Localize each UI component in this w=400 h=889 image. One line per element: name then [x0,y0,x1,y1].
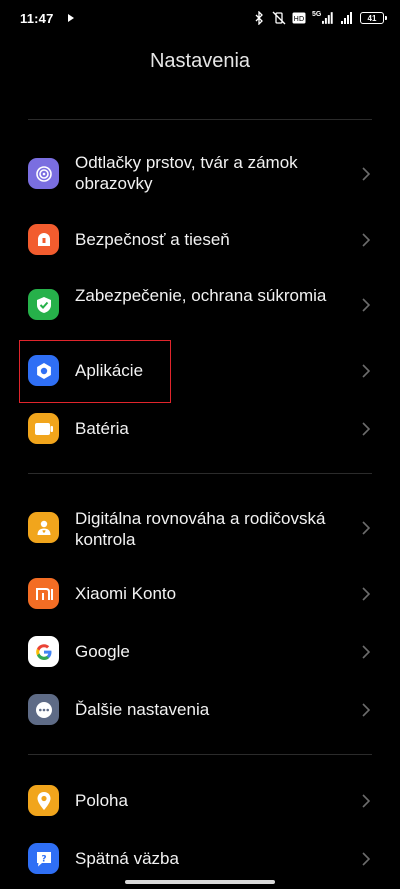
chevron-right-icon [360,420,372,438]
more-dots-icon [28,694,59,725]
home-indicator[interactable] [125,880,275,884]
emergency-icon [28,224,59,255]
settings-item-digital-wellbeing[interactable]: Digitálna rovnováha a rodičovská kontrol… [0,506,400,550]
chevron-right-icon [360,792,372,810]
fingerprint-icon [28,158,59,189]
location-pin-icon [28,785,59,816]
battery-indicator: 41 [360,12,387,24]
xiaomi-icon [28,578,59,609]
settings-item-more-settings[interactable]: Ďalšie nastavenia [0,692,400,728]
shield-check-icon [28,289,59,320]
chevron-right-icon [360,701,372,719]
play-notification-icon [64,11,78,25]
section-divider [28,119,372,120]
settings-item-label: Zabezpečenie, ochrana súkromia [75,286,327,305]
settings-item-label: Aplikácie [75,361,144,380]
settings-item-xiaomi-account[interactable]: Xiaomi Konto [0,576,400,612]
settings-item-label: Google [75,642,130,661]
chevron-right-icon [360,850,372,868]
chevron-right-icon [360,519,372,537]
settings-item-label: Ďalšie nastavenia [75,700,210,719]
settings-item-label: Odtlačky prstov, tvár a zámok obrazovky [75,153,298,193]
settings-item-apps[interactable]: Aplikácie [0,353,400,389]
parental-icon [28,512,59,543]
settings-item-google[interactable]: Google [0,634,400,670]
settings-item-fingerprint[interactable]: Odtlačky prstov, tvár a zámok obrazovky [0,152,400,196]
chevron-right-icon [360,231,372,249]
section-divider [28,754,372,755]
status-bar: 11:47 HD 5G 41 [0,0,400,36]
chevron-right-icon [360,585,372,603]
signal-icon: 5G [312,11,334,25]
apps-gear-icon [28,355,59,386]
svg-text:?: ? [41,854,46,864]
settings-screen: 11:47 HD 5G 41 Nastavenia Odtlačky prsto… [0,0,400,889]
vibrate-off-icon [272,11,286,25]
settings-item-label: Bezpečnosť a tieseň [75,230,230,249]
settings-item-battery[interactable]: Batéria [0,411,400,447]
settings-item-label: Poloha [75,791,128,810]
signal-icon-2 [340,11,354,25]
settings-item-label: Batéria [75,419,129,438]
settings-item-feedback[interactable]: ? Spätná väzba [0,841,400,877]
settings-item-location[interactable]: Poloha [0,783,400,819]
page-title: Nastavenia [149,50,251,72]
settings-item-label: Digitálna rovnováha a rodičovská kontrol… [75,509,326,549]
settings-item-safety[interactable]: Bezpečnosť a tieseň [0,222,400,258]
google-icon [28,636,59,667]
chevron-right-icon [360,643,372,661]
battery-icon [28,413,59,444]
svg-text:HD: HD [294,15,305,23]
feedback-icon: ? [28,843,59,874]
settings-item-privacy[interactable]: Zabezpečenie, ochrana súkromia [0,283,400,327]
status-time: 11:47 [20,10,54,26]
volte-icon: HD [292,11,306,25]
bluetooth-icon [252,11,266,25]
settings-item-label: Xiaomi Konto [75,584,177,603]
section-divider [28,473,372,474]
chevron-right-icon [360,362,372,380]
chevron-right-icon [360,296,372,314]
settings-item-label: Spätná väzba [75,849,179,868]
network-type-label: 5G [312,11,322,18]
chevron-right-icon [360,165,372,183]
